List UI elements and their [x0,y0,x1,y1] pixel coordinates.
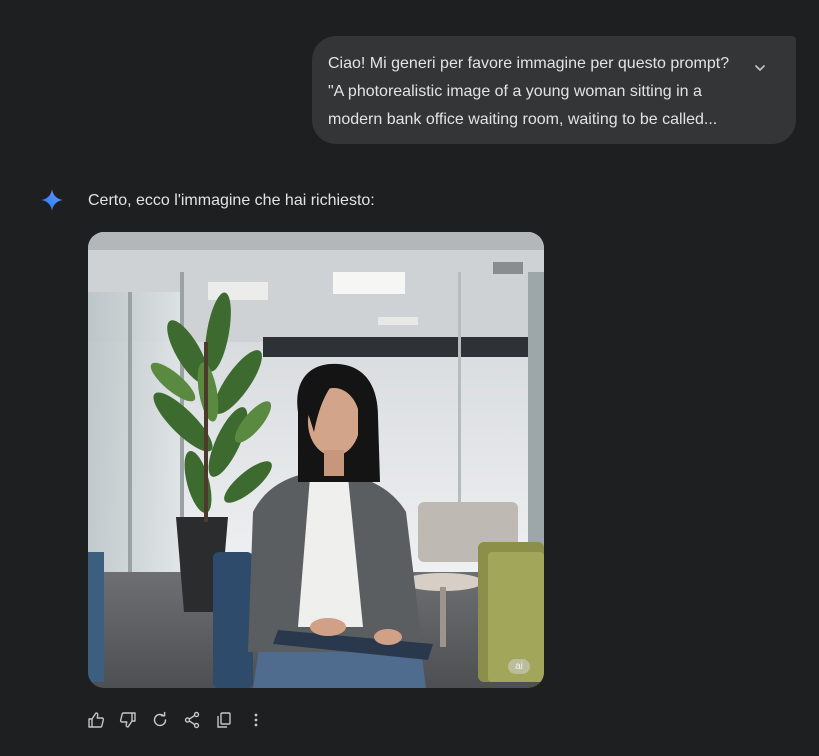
generated-image[interactable]: ai [88,232,544,688]
bad-response-button[interactable] [116,706,140,734]
copy-icon [217,712,231,728]
thumbs-up-icon [88,712,105,728]
generated-image-canvas [88,232,544,688]
chevron-down-icon [755,65,765,71]
copy-button[interactable] [212,706,236,734]
user-message-line: modern bank office waiting room, waiting… [328,111,718,128]
thumbs-down-icon [119,712,136,728]
regenerate-button[interactable] [148,706,172,734]
user-message-bubble: Ciao! Mi generi per favore immagine per … [312,36,796,144]
user-message-text: Ciao! Mi generi per favore immagine per … [328,50,748,134]
good-response-button[interactable] [84,706,108,734]
share-button[interactable] [180,706,204,734]
more-options-button[interactable] [244,706,268,734]
refresh-icon [153,711,167,727]
more-vert-icon [254,713,258,727]
response-actions-bar [84,706,268,734]
chat-page: Ciao! Mi generi per favore immagine per … [0,0,819,756]
assistant-reply-text: Certo, ecco l'immagine che hai richiesto… [88,192,375,209]
expand-message-button[interactable] [748,56,772,80]
user-message-line: Ciao! Mi generi per favore immagine per … [328,55,730,72]
sparkle-star-icon [41,189,63,211]
share-icon [184,711,200,729]
ai-watermark-badge: ai [508,659,530,674]
user-message-line: "A photorealistic image of a young woman… [328,83,702,100]
